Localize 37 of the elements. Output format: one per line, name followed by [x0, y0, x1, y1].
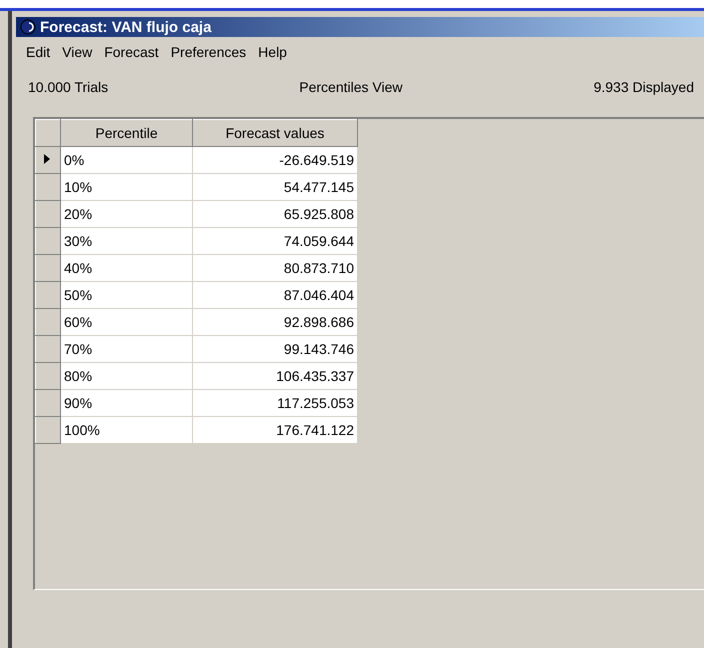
- corner-header: [36, 120, 60, 146]
- table-cell: 20%: [60, 200, 192, 228]
- table-cell: 80%: [60, 362, 192, 390]
- row-header[interactable]: [36, 146, 60, 174]
- table-cell: 60%: [60, 308, 192, 336]
- displayed-count: 9.933 Displayed: [594, 79, 694, 97]
- table-cell: 50%: [60, 282, 192, 308]
- table-cell: 10%: [60, 174, 192, 200]
- table-cell: 30%: [60, 228, 192, 254]
- trials-count: 10.000 Trials: [28, 79, 108, 97]
- table-cell: 70%: [60, 336, 192, 362]
- view-label: Percentiles View: [299, 79, 402, 97]
- table-cell: 100%: [60, 416, 192, 444]
- table-cell: 117.255.053: [192, 390, 358, 416]
- table-cell: 176.741.122: [192, 416, 358, 444]
- menu-item[interactable]: View: [56, 44, 98, 60]
- table-cell: 65.925.808: [192, 200, 358, 228]
- column-header[interactable]: Percentile: [60, 120, 192, 146]
- table-cell: -26.649.519: [192, 146, 358, 174]
- table-cell: 90%: [60, 390, 192, 416]
- app-icon: [20, 19, 36, 35]
- table-cell: 87.046.404: [192, 282, 358, 308]
- current-row-icon: [44, 154, 50, 164]
- table-cell: 80.873.710: [192, 254, 358, 282]
- table-cell: 92.898.686: [192, 308, 358, 336]
- table-cell: 99.143.746: [192, 336, 358, 362]
- table-cell: 74.059.644: [192, 228, 358, 254]
- table-cell: 54.477.145: [192, 174, 358, 200]
- menu-item[interactable]: Forecast: [98, 44, 165, 60]
- window-title: Forecast: VAN flujo caja: [40, 18, 212, 36]
- table-cell: 0%: [60, 146, 192, 174]
- menu-item[interactable]: Edit: [20, 44, 56, 60]
- menu-item[interactable]: Help: [252, 44, 293, 60]
- column-header[interactable]: Forecast values: [192, 120, 358, 146]
- menu-item[interactable]: Preferences: [164, 44, 252, 60]
- table-cell: 106.435.337: [192, 362, 358, 390]
- table-cell: 40%: [60, 254, 192, 282]
